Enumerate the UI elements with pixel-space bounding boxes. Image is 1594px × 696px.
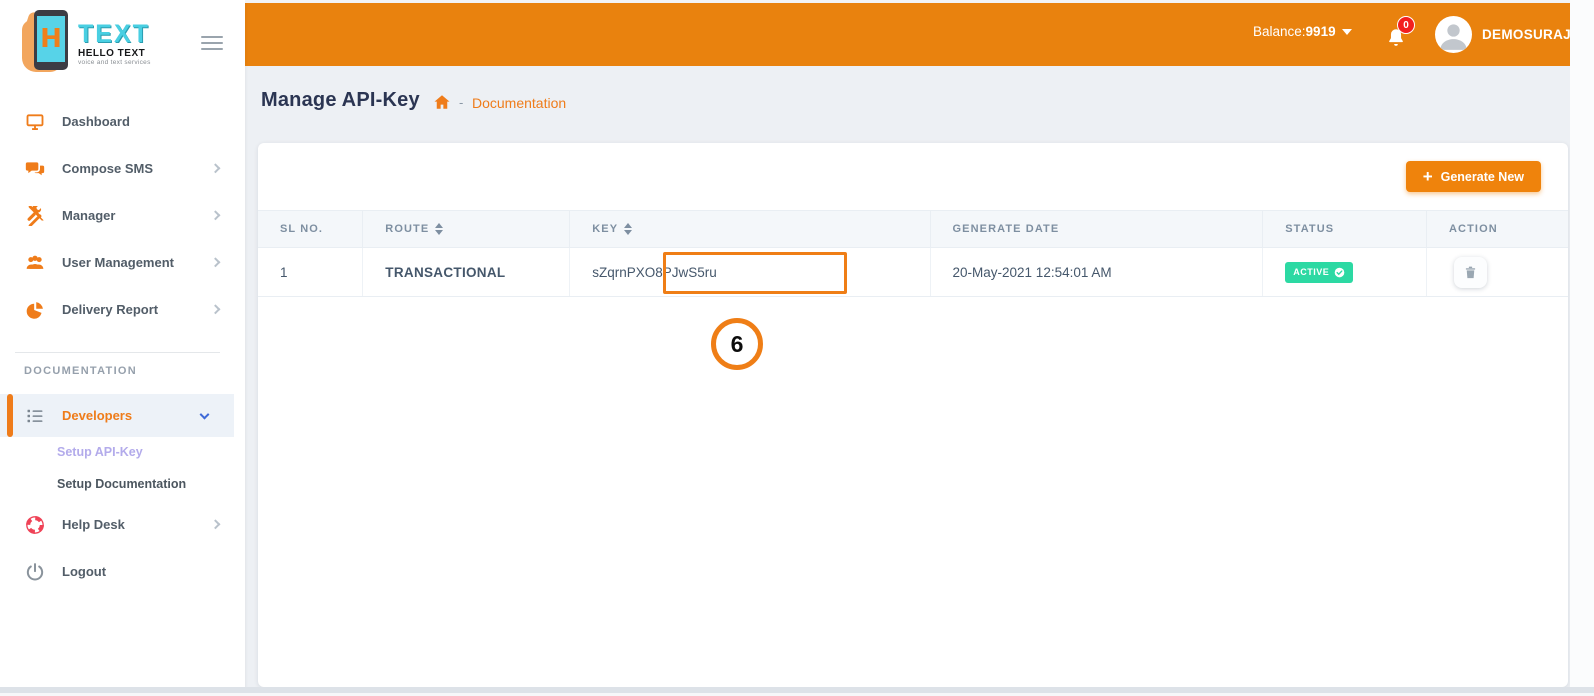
column-header-label: KEY — [592, 222, 619, 235]
sidebar-subitem-setup-documentation[interactable]: Setup Documentation — [57, 477, 186, 491]
top-edge-strip — [245, 0, 1570, 3]
sidebar-subitem-setup-api-key[interactable]: Setup API-Key — [57, 445, 143, 459]
page-title: Manage API-Key — [261, 89, 420, 111]
sidebar-item-label: Delivery Report — [62, 302, 159, 317]
sort-icon — [435, 223, 444, 236]
breadcrumb-separator: - — [459, 95, 464, 110]
sidebar-toggle-icon[interactable] — [201, 36, 223, 51]
sidebar-item-logout[interactable]: Logout — [0, 548, 245, 595]
right-edge-strip — [1570, 0, 1594, 696]
chevron-right-icon — [210, 518, 221, 529]
logo-phone-icon: H — [22, 10, 70, 78]
sidebar-item-delivery-report[interactable]: Delivery Report — [0, 286, 245, 333]
cell-route: TRANSACTIONAL — [362, 247, 571, 297]
annotation-step-circle: 6 — [711, 318, 763, 370]
sidebar-nav: Dashboard Compose SMS Manager User Manag… — [0, 98, 245, 333]
cell-action — [1426, 247, 1568, 297]
list-icon — [25, 406, 45, 426]
column-header-route[interactable]: ROUTE — [362, 210, 571, 248]
plus-icon: + — [1422, 167, 1433, 186]
balance-value: 9919 — [1305, 24, 1336, 39]
pie-chart-icon — [25, 300, 45, 320]
brand-tagline: voice and text services — [78, 59, 151, 66]
status-label: ACTIVE — [1293, 267, 1330, 277]
user-avatar[interactable] — [1435, 16, 1472, 53]
chat-bubbles-icon — [25, 159, 45, 179]
logo-phone-shape: H — [34, 10, 68, 70]
cell-status: ACTIVE — [1262, 247, 1427, 297]
sidebar-item-compose-sms[interactable]: Compose SMS — [0, 145, 245, 192]
status-badge: ACTIVE — [1285, 261, 1354, 283]
tools-icon — [25, 203, 45, 227]
logo-h-letter: H — [40, 24, 62, 54]
column-header-generate-date: GENERATE DATE — [930, 210, 1264, 248]
sidebar-item-label: Compose SMS — [62, 161, 154, 176]
sidebar-item-help-desk[interactable]: Help Desk — [0, 501, 245, 548]
sidebar-item-label: Manager — [62, 208, 116, 223]
sidebar-section-label: DOCUMENTATION — [24, 365, 138, 377]
column-header-label: ROUTE — [385, 222, 430, 235]
sidebar-item-label: Dashboard — [62, 114, 130, 129]
column-header-status: STATUS — [1262, 210, 1427, 248]
sidebar-item-label: Help Desk — [62, 517, 125, 532]
sidebar-item-developers[interactable]: Developers — [0, 394, 234, 437]
person-icon — [1440, 24, 1467, 50]
caret-down-icon — [1341, 29, 1352, 36]
chevron-right-icon — [210, 209, 221, 220]
column-header-key[interactable]: KEY — [569, 210, 931, 248]
app-frame: H TEXT HELLO TEXT voice and text service… — [0, 0, 1594, 696]
sidebar-item-label: Logout — [62, 564, 107, 579]
username-menu[interactable]: DEMOSURAJ1 — [1482, 27, 1570, 42]
sidebar-item-label: User Management — [62, 255, 174, 270]
users-icon — [25, 253, 45, 273]
table-header-row: SL NO. ROUTE KEY GENERATE DATE STATUS AC… — [258, 210, 1568, 248]
chevron-right-icon — [210, 303, 221, 314]
api-key-card: + Generate New SL NO. ROUTE KEY GENERATE… — [258, 143, 1568, 687]
cell-sl-no: 1 — [258, 247, 364, 297]
column-header-action: ACTION — [1426, 210, 1568, 248]
delete-key-button[interactable] — [1454, 256, 1487, 288]
home-icon[interactable] — [433, 93, 451, 111]
sidebar-item-user-management[interactable]: User Management — [0, 239, 245, 286]
brand-name: HELLO TEXT — [78, 48, 146, 59]
sidebar-item-manager[interactable]: Manager — [0, 192, 245, 239]
api-keys-table: SL NO. ROUTE KEY GENERATE DATE STATUS AC… — [258, 210, 1568, 297]
brand-logo[interactable]: H TEXT HELLO TEXT voice and text service… — [22, 10, 194, 82]
sort-icon — [624, 223, 633, 236]
logo-screen-shape: H — [37, 16, 65, 62]
notification-count-badge: 0 — [1397, 16, 1415, 34]
balance-dropdown[interactable]: Balance:9919 — [1253, 24, 1352, 39]
generate-new-label: Generate New — [1440, 169, 1524, 184]
monitor-icon — [25, 112, 45, 132]
generate-new-button[interactable]: + Generate New — [1405, 161, 1541, 192]
sidebar: H TEXT HELLO TEXT voice and text service… — [0, 0, 245, 690]
chevron-right-icon — [210, 256, 221, 267]
cell-generate-date: 20-May-2021 12:54:01 AM — [930, 247, 1264, 297]
notifications-button[interactable]: 0 — [1383, 16, 1417, 53]
balance-label: Balance: — [1253, 24, 1306, 39]
topbar: Balance:9919 0 DEMOSURAJ1 — [245, 3, 1570, 66]
sidebar-divider — [15, 352, 220, 353]
sidebar-item-dashboard[interactable]: Dashboard — [0, 98, 245, 145]
brand-wordmark: TEXT — [78, 20, 150, 48]
table-row: 1 TRANSACTIONAL sZqrnPXO8PJwS5ru 20-May-… — [258, 247, 1568, 297]
check-circle-icon — [1334, 267, 1345, 277]
chevron-right-icon — [210, 162, 221, 173]
logo-text-column: TEXT HELLO TEXT voice and text services — [78, 10, 151, 67]
column-header-sl-no: SL NO. — [258, 210, 364, 248]
active-item-accent-bar — [7, 394, 13, 437]
breadcrumb-documentation-link[interactable]: Documentation — [472, 95, 566, 111]
sidebar-item-label: Developers — [62, 408, 133, 423]
chevron-down-icon — [199, 409, 210, 420]
lifebuoy-icon — [25, 515, 45, 535]
trash-icon — [1465, 266, 1476, 278]
cell-api-key: sZqrnPXO8PJwS5ru — [569, 247, 931, 297]
power-icon — [25, 562, 45, 582]
